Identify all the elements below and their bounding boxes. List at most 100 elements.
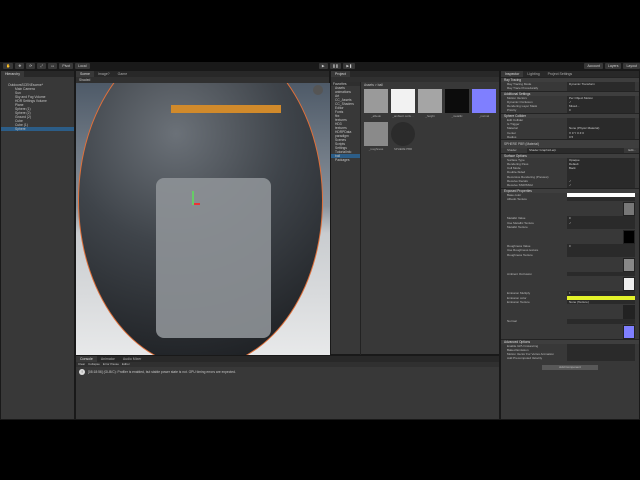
tab-projectsettings[interactable]: Project Settings <box>544 71 577 77</box>
asset-thumbnail[interactable] <box>364 89 388 113</box>
property-row: Roughness Texture <box>501 252 639 258</box>
gizmo-x[interactable] <box>194 203 200 205</box>
material-header: SPHERE PBR (Material) <box>501 139 639 149</box>
texture-slot[interactable] <box>623 202 635 217</box>
shader-dropdown[interactable]: Shader Graphs/Lerp <box>527 148 625 153</box>
tab-lighting[interactable]: Lighting <box>523 71 543 77</box>
shading-mode-dropdown[interactable]: Shaded <box>79 78 90 82</box>
play-button[interactable]: ▶ <box>318 63 328 69</box>
pivot-button[interactable]: Pivot <box>59 63 74 69</box>
console-control-clear[interactable]: Clear <box>78 362 85 367</box>
breadcrumb: Assets > ball <box>364 83 383 87</box>
console-control-errorpause[interactable]: Error Pause <box>103 362 119 367</box>
asset-label: SPHERE PBR <box>393 147 413 151</box>
texture-slot[interactable] <box>623 305 635 320</box>
asset-thumbnail[interactable] <box>472 89 496 113</box>
rect-tool[interactable]: ▭ <box>48 63 58 69</box>
scene-viewport[interactable] <box>76 83 331 356</box>
edit-shader-button[interactable]: Edit... <box>628 148 636 152</box>
tab-inspector[interactable]: Inspector <box>501 71 524 77</box>
asset-label: _metallic <box>451 114 463 118</box>
console-control-collapse[interactable]: Collapse <box>88 362 100 367</box>
console-control-editor[interactable]: Editor <box>122 362 130 367</box>
property-row: Normal <box>501 319 639 324</box>
property-value[interactable]: None (Texture) <box>567 299 635 305</box>
pause-button[interactable]: ❚❚ <box>329 63 342 69</box>
asset-thumbnail[interactable] <box>391 89 415 113</box>
local-button[interactable]: Local <box>75 63 90 69</box>
property-label: Roughness Texture <box>507 252 533 257</box>
tab-image[interactable]: Image? <box>94 71 114 77</box>
property-row: Receive SSR/SSGI ✓ <box>501 183 639 188</box>
hierarchy-panel: Hierarchy OutdoorsSCENEscene* Main Camera… <box>0 70 75 420</box>
property-label: Receive SSR/SSGI <box>507 183 533 188</box>
layout-dropdown[interactable]: Layout <box>623 63 640 69</box>
tab-hierarchy[interactable]: Hierarchy <box>1 71 24 77</box>
project-panel: Project Favorites Assets animations Art CC_… <box>330 70 500 356</box>
info-icon: ! <box>79 369 85 375</box>
inspector-panel: Inspector Lighting Project Settings Ray Tr… <box>500 70 640 420</box>
texture-slot[interactable] <box>623 277 635 292</box>
property-label: Emission Texture <box>507 299 530 304</box>
texture-slot[interactable] <box>623 230 635 245</box>
property-row: Emission Texture None (Texture) <box>501 299 639 305</box>
asset-thumbnail[interactable] <box>418 89 442 113</box>
asset-label: _albedo <box>371 114 381 118</box>
property-row: Priority 0 <box>501 108 639 113</box>
account-dropdown[interactable]: Account <box>584 63 603 69</box>
property-value[interactable]: ✓ <box>567 183 635 188</box>
property-row: Metallic Texture <box>501 224 639 230</box>
asset-thumbnail[interactable] <box>445 89 469 113</box>
asset-label: _height <box>425 114 435 118</box>
shader-label: Shader <box>507 148 517 153</box>
move-tool[interactable]: ✥ <box>15 63 25 69</box>
property-row: Add Precomputed Velocity <box>501 356 639 361</box>
property-value[interactable]: 0 <box>567 108 635 113</box>
tab-game[interactable]: Game <box>114 71 132 77</box>
property-value[interactable] <box>567 196 635 202</box>
property-label: Metallic Texture <box>507 224 528 229</box>
hand-tool[interactable]: ✋ <box>3 63 14 69</box>
texture-slot[interactable] <box>623 324 635 339</box>
add-component-button[interactable]: Add Component <box>542 364 598 370</box>
property-row: Albedo Texture <box>501 196 639 202</box>
property-value[interactable] <box>567 356 635 361</box>
property-value[interactable] <box>567 86 635 91</box>
property-label: Radius <box>507 134 517 139</box>
sphere-stripe <box>171 105 281 113</box>
scale-tool[interactable]: ⤢ <box>37 63 47 69</box>
material-name: SPHERE PBR (Material) <box>504 142 539 147</box>
property-row: Ray Trace Procedurally <box>501 86 639 91</box>
property-label: Ambient Occlusion <box>507 272 533 277</box>
project-folder[interactable]: Packages <box>331 158 360 162</box>
console-panel: Console Animator Audio Mixer Clear Collapse… <box>75 355 500 420</box>
property-label: Albedo Texture <box>507 196 527 201</box>
scene-panel: Scene Image? Game Shaded <box>75 70 331 356</box>
shader-row: Shader Shader Graphs/Lerp Edit... <box>501 148 639 153</box>
property-label: Priority <box>507 108 517 113</box>
property-value[interactable] <box>567 224 635 230</box>
rotate-tool[interactable]: ⟳ <box>26 63 36 69</box>
step-button[interactable]: ▶❚ <box>343 63 356 69</box>
hierarchy-item[interactable]: Sphere <box>1 127 74 131</box>
asset-label: _roughness <box>368 147 384 151</box>
sphere-panel <box>156 178 271 338</box>
texture-slot[interactable] <box>623 258 635 273</box>
asset-thumbnail[interactable] <box>391 122 415 146</box>
console-message[interactable]: [08:18:56] (GLB/C): Profiler is enabled,… <box>88 370 236 374</box>
main-toolbar: ✋ ✥ ⟳ ⤢ ▭ Pivot Local ▶ ❚❚ ▶❚ Account La… <box>0 62 640 70</box>
property-label: Ray Trace Procedurally <box>507 86 539 91</box>
property-value[interactable] <box>567 252 635 258</box>
tab-project[interactable]: Project <box>331 71 350 77</box>
property-value[interactable] <box>567 319 635 324</box>
asset-label: _ambient occlu... <box>392 114 414 118</box>
property-value[interactable] <box>567 272 635 277</box>
property-label: Add Precomputed Velocity <box>507 356 543 361</box>
property-row: Radius 0.5 <box>501 134 639 140</box>
property-value[interactable]: 0.5 <box>567 134 635 140</box>
scene-gizmo[interactable] <box>313 85 323 95</box>
asset-thumbnail[interactable] <box>364 122 388 146</box>
layers-dropdown[interactable]: Layers <box>604 63 622 69</box>
asset-label: _normal <box>478 114 490 118</box>
property-row: Ambient Occlusion <box>501 272 639 277</box>
